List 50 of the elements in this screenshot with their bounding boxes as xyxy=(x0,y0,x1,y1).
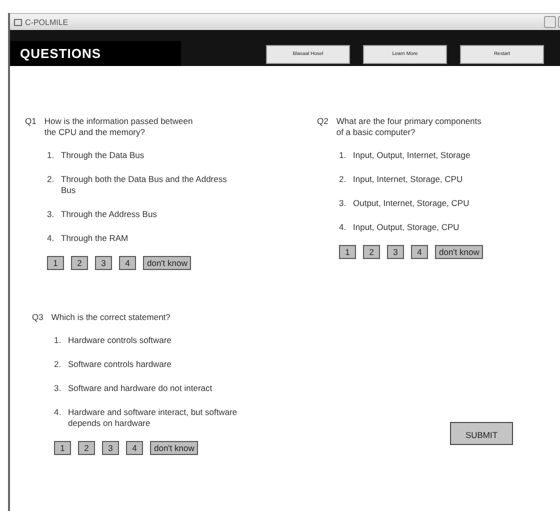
question-text: Which is the correct statement? xyxy=(51,312,172,323)
minimize-button[interactable] xyxy=(544,16,556,28)
option-text: Input, Output, Storage, CPU xyxy=(353,222,460,233)
option-number: 4. xyxy=(339,222,348,233)
option-text: Through the Data Bus xyxy=(61,150,144,161)
option-number: 3. xyxy=(339,198,348,209)
option-text: Through the Address Bus xyxy=(61,209,157,220)
option-text: Input, Output, Internet, Storage xyxy=(353,150,470,161)
question-number: Q2 xyxy=(317,116,328,128)
option-number: 1. xyxy=(47,150,56,161)
option-text: Hardware and software interact, but software depends on hardware xyxy=(68,407,238,429)
app-icon xyxy=(14,18,22,26)
question-text: What are the four primary components of a basic computer? xyxy=(336,116,482,138)
option-text: Software controls hardware xyxy=(68,359,172,370)
option-number: 2. xyxy=(47,174,56,186)
answer-button[interactable]: 3 xyxy=(102,441,119,455)
option-text: Output, Internet, Storage, CPU xyxy=(353,198,470,209)
answer-button[interactable]: 3 xyxy=(95,256,112,270)
answer-button[interactable]: don't know xyxy=(435,245,484,259)
answer-button[interactable]: 4 xyxy=(119,256,136,270)
option-number: 2. xyxy=(54,359,62,370)
answer-button[interactable]: 1 xyxy=(339,245,356,259)
answer-button[interactable]: 1 xyxy=(54,441,71,455)
question-text: How is the information passed between the CPU and the memory? xyxy=(44,116,194,138)
answer-button[interactable]: don't know xyxy=(143,256,192,270)
option-number: 4. xyxy=(54,407,62,419)
answer-button[interactable]: 2 xyxy=(363,245,380,259)
answer-button[interactable]: 4 xyxy=(126,441,143,455)
window-title: C-POLMILE xyxy=(25,18,68,26)
answer-button[interactable]: don't know xyxy=(150,441,198,455)
answer-button[interactable]: 1 xyxy=(47,256,64,270)
submit-button[interactable]: SUBMIT xyxy=(450,422,513,445)
option-text: Hardware controls software xyxy=(68,335,172,346)
option-text: Through both the Data Bus and the Address Bus xyxy=(61,174,228,196)
answer-button[interactable]: 3 xyxy=(387,245,404,259)
option-number: 2. xyxy=(339,174,348,185)
option-text: Input, Internet, Storage, CPU xyxy=(353,174,463,185)
answer-button[interactable]: 2 xyxy=(78,441,95,455)
option-text: Software and hardware do not interact xyxy=(68,383,212,394)
option-number: 1. xyxy=(54,335,62,346)
question-number: Q3 xyxy=(32,312,44,323)
page-title: QUESTIONS xyxy=(10,41,181,66)
answer-button[interactable]: 4 xyxy=(411,245,428,259)
option-number: 3. xyxy=(54,383,62,394)
option-number: 4. xyxy=(47,233,56,244)
option-text: Through the RAM xyxy=(61,233,128,244)
option-number: 3. xyxy=(47,209,56,220)
answer-button[interactable]: 2 xyxy=(71,256,88,270)
question-number: Q1 xyxy=(25,116,36,128)
option-number: 1. xyxy=(339,150,348,161)
